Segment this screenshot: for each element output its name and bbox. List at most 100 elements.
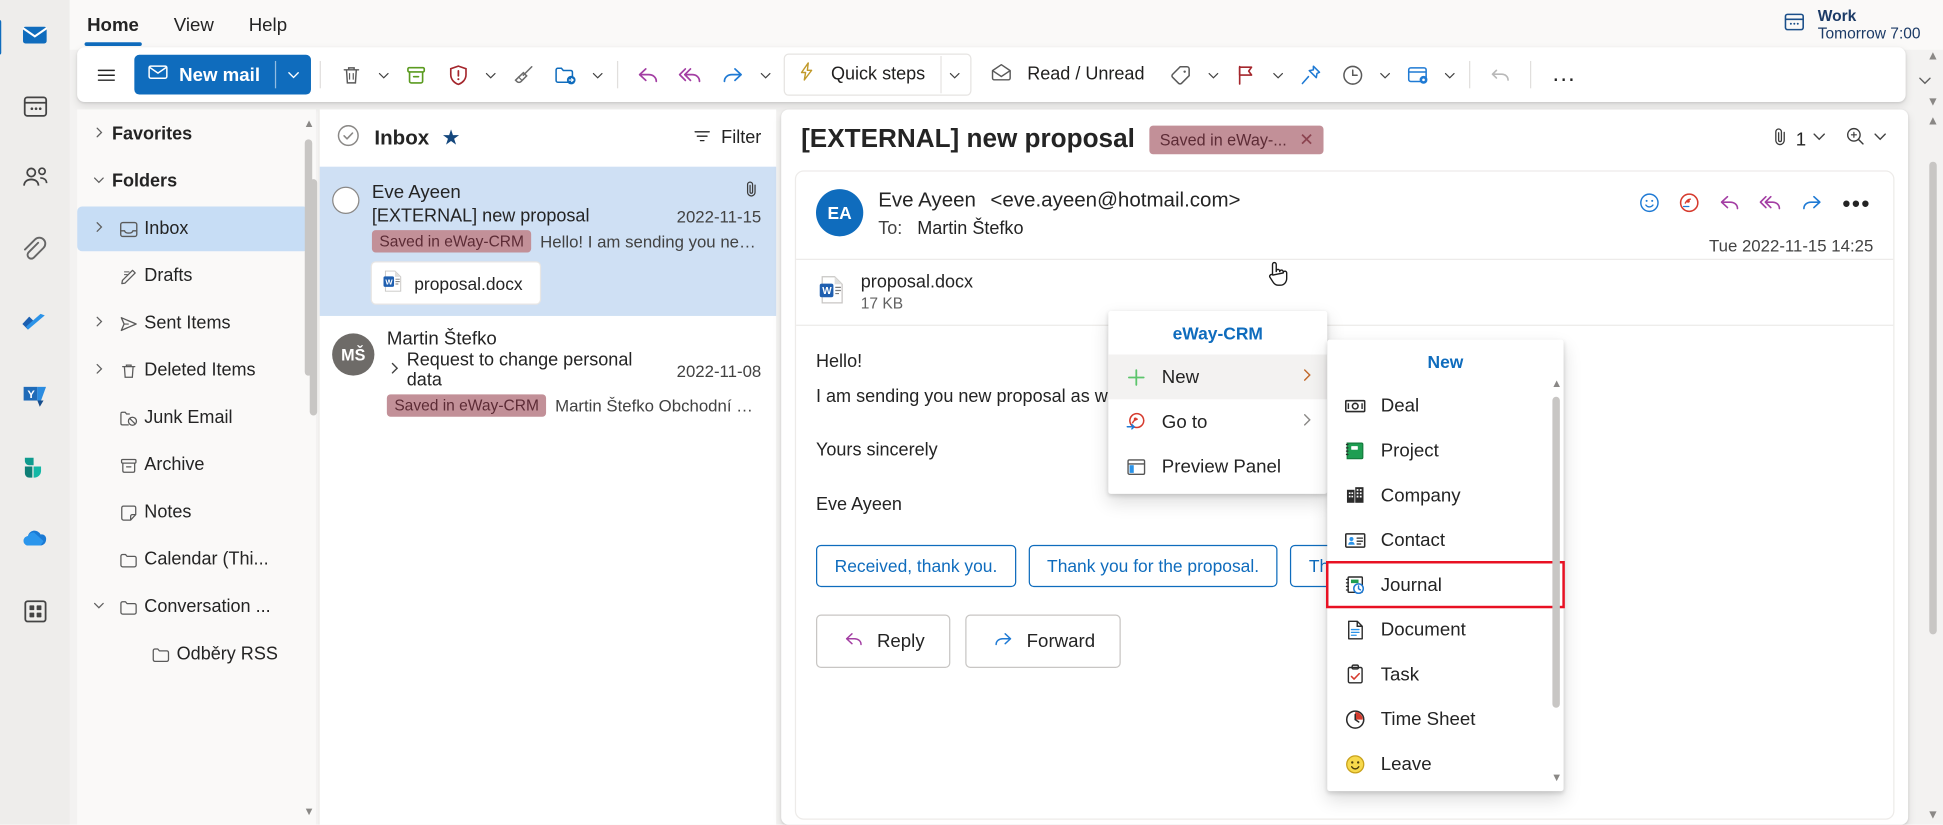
- folder-item-conversation[interactable]: Conversation ...: [77, 585, 308, 630]
- folder-item-junk-email[interactable]: Junk Email: [77, 396, 308, 441]
- chevron-right-icon[interactable]: [85, 126, 112, 143]
- attachment-item[interactable]: W proposal.docx 17 KB: [816, 272, 973, 312]
- rail-item-calendar[interactable]: [10, 85, 60, 135]
- chevron-right-icon[interactable]: [85, 220, 112, 237]
- archive-button[interactable]: [394, 62, 436, 88]
- upcoming-meeting-chip[interactable]: Work Tomorrow 7:00: [1783, 7, 1921, 43]
- move-to-button[interactable]: [544, 62, 586, 88]
- tab-home[interactable]: Home: [70, 0, 157, 50]
- reading-scroll-up-arrow[interactable]: ▲: [1927, 114, 1939, 128]
- zoom-dropdown-icon[interactable]: [1872, 128, 1888, 150]
- folder-item-odb-ry-rss[interactable]: Odběry RSS: [77, 632, 308, 677]
- unread-toggle-icon[interactable]: [332, 186, 360, 214]
- reply-button[interactable]: [627, 61, 669, 88]
- new-mail-button[interactable]: New mail: [134, 54, 312, 95]
- submenu-item-project[interactable]: Project: [1327, 428, 1563, 473]
- context-menu-item-new[interactable]: New: [1108, 354, 1328, 400]
- submenu-item-company[interactable]: Company: [1327, 473, 1563, 518]
- read-unread-button[interactable]: Read / Unread: [981, 55, 1159, 95]
- folder-item-favorites[interactable]: Favorites: [77, 112, 308, 157]
- delete-dropdown[interactable]: [372, 68, 394, 82]
- submenu-item-deal[interactable]: Deal: [1327, 383, 1563, 428]
- context-menu-item-preview-panel[interactable]: Preview Panel: [1108, 444, 1327, 489]
- categorize-button[interactable]: [1159, 62, 1201, 88]
- filter-button[interactable]: Filter: [691, 125, 761, 151]
- window-scrollbar-top[interactable]: ▲ ▼: [1926, 50, 1941, 110]
- message-list-item[interactable]: MŠ Martin Štefko Request to change persona…: [320, 316, 777, 429]
- message-attachment-chip[interactable]: Wproposal.docx: [371, 262, 541, 304]
- tab-view[interactable]: View: [156, 0, 231, 50]
- folder-item-deleted-items[interactable]: Deleted Items: [77, 348, 308, 393]
- message-list-item[interactable]: Eve Ayeen [EXTERNAL] new proposal 2022-11-…: [319, 166, 777, 316]
- forward-icon[interactable]: [1799, 189, 1825, 221]
- folder-item-calendar-thi[interactable]: Calendar (Thi...: [77, 537, 308, 582]
- rules-dropdown[interactable]: [1438, 68, 1460, 82]
- undo-button[interactable]: [1479, 62, 1521, 88]
- emoji-react-icon[interactable]: [1637, 190, 1662, 221]
- submenu-item-contact[interactable]: Contact: [1327, 517, 1563, 562]
- rail-item-yammer[interactable]: Y: [10, 373, 60, 423]
- window-scroll-up-arrow[interactable]: ▲: [1927, 50, 1939, 64]
- conversation-expand-icon[interactable]: [387, 361, 402, 381]
- pin-button[interactable]: [1289, 62, 1331, 88]
- submenu-scroll-down-arrow[interactable]: ▼: [1551, 771, 1562, 783]
- submenu-item-leave[interactable]: Leave: [1327, 741, 1563, 786]
- message-list-scrollbar[interactable]: [307, 167, 319, 825]
- submenu-scroll-up-arrow[interactable]: ▲: [1551, 377, 1562, 389]
- report-dropdown[interactable]: [479, 68, 501, 82]
- new-mail-dropdown[interactable]: [276, 55, 311, 95]
- zoom-icon[interactable]: [1843, 124, 1867, 154]
- categorize-dropdown[interactable]: [1202, 68, 1224, 82]
- chevron-right-icon[interactable]: [85, 362, 112, 379]
- attachment-clip-icon[interactable]: [1768, 125, 1790, 154]
- new-mail-main[interactable]: New mail: [134, 55, 275, 95]
- submenu-item-task[interactable]: Task: [1327, 652, 1563, 697]
- reply-button[interactable]: Reply: [815, 614, 951, 669]
- favorite-star-icon[interactable]: ★: [442, 126, 461, 151]
- ribbon-scroll-down-arrow[interactable]: ▼: [1927, 96, 1939, 110]
- folder-item-sent-items[interactable]: Sent Items: [77, 301, 308, 346]
- attachment-dropdown-icon[interactable]: [1811, 128, 1827, 150]
- sweep-button[interactable]: [501, 62, 543, 88]
- chevron-right-icon[interactable]: [85, 315, 112, 332]
- flag-dropdown[interactable]: [1266, 68, 1288, 82]
- crm-saved-badge[interactable]: Saved in eWay-... ✕: [1149, 125, 1324, 154]
- folder-item-drafts[interactable]: Drafts: [77, 254, 308, 299]
- quick-steps-button[interactable]: Quick steps: [787, 55, 940, 95]
- snooze-dropdown[interactable]: [1373, 68, 1395, 82]
- tab-help[interactable]: Help: [231, 0, 304, 50]
- more-options-button[interactable]: ...: [1540, 61, 1588, 88]
- rail-item-app-launcher[interactable]: [10, 590, 60, 640]
- email-more-icon[interactable]: •••: [1840, 192, 1874, 219]
- suggested-reply-1[interactable]: Thank you for the proposal.: [1028, 545, 1278, 588]
- forward-dropdown[interactable]: [754, 68, 776, 82]
- folder-scroll-up-arrow[interactable]: ▲: [304, 117, 315, 129]
- rules-button[interactable]: [1396, 62, 1438, 88]
- rail-item-bookings[interactable]: [10, 445, 60, 495]
- close-icon[interactable]: ✕: [1299, 129, 1314, 150]
- reading-scroll-down-arrow[interactable]: ▼: [1927, 809, 1939, 823]
- submenu-item-document[interactable]: Document: [1327, 607, 1563, 652]
- reply-all-icon[interactable]: [1758, 189, 1784, 221]
- hamburger-menu-button[interactable]: [85, 63, 127, 87]
- snooze-button[interactable]: [1331, 62, 1373, 88]
- eway-crm-icon[interactable]: [1677, 190, 1702, 221]
- rail-item-files[interactable]: [10, 229, 60, 279]
- chevron-down-icon[interactable]: [85, 598, 112, 615]
- submenu-scroll-thumb[interactable]: [1552, 396, 1560, 708]
- rail-item-people[interactable]: [10, 157, 60, 207]
- reading-pane-scrollbar[interactable]: ▲ ▼: [1926, 114, 1941, 822]
- submenu-item-journal[interactable]: Journal: [1325, 560, 1565, 609]
- move-to-dropdown[interactable]: [586, 68, 608, 82]
- reply-icon[interactable]: [1717, 189, 1743, 221]
- rail-item-todo[interactable]: [10, 301, 60, 351]
- select-all-icon[interactable]: [335, 121, 362, 155]
- suggested-reply-0[interactable]: Received, thank you.: [815, 545, 1016, 588]
- forward-button[interactable]: [712, 61, 754, 88]
- context-menu-item-go-to[interactable]: Go to: [1108, 399, 1327, 444]
- folder-item-archive[interactable]: Archive: [77, 443, 308, 488]
- submenu-scrollbar[interactable]: ▲ ▼: [1551, 377, 1562, 784]
- report-button[interactable]: [437, 62, 479, 88]
- submenu-item-time-sheet[interactable]: Time Sheet: [1327, 697, 1563, 742]
- message-list-scroll-thumb[interactable]: [309, 179, 318, 416]
